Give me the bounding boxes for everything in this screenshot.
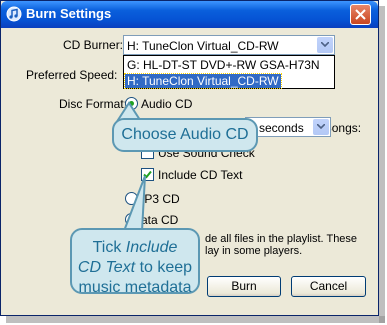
choose-audio-cd-callout: Choose Audio CD (112, 118, 258, 152)
include-cd-text-callout: Tick Include CD Text to keep music metad… (70, 228, 200, 296)
callout-text: music metadata (78, 279, 192, 296)
callout-text: CD Text (77, 259, 136, 276)
callout-text: to keep (135, 259, 193, 276)
callout-text: Include (125, 239, 178, 256)
callout-text: Tick (92, 239, 126, 256)
